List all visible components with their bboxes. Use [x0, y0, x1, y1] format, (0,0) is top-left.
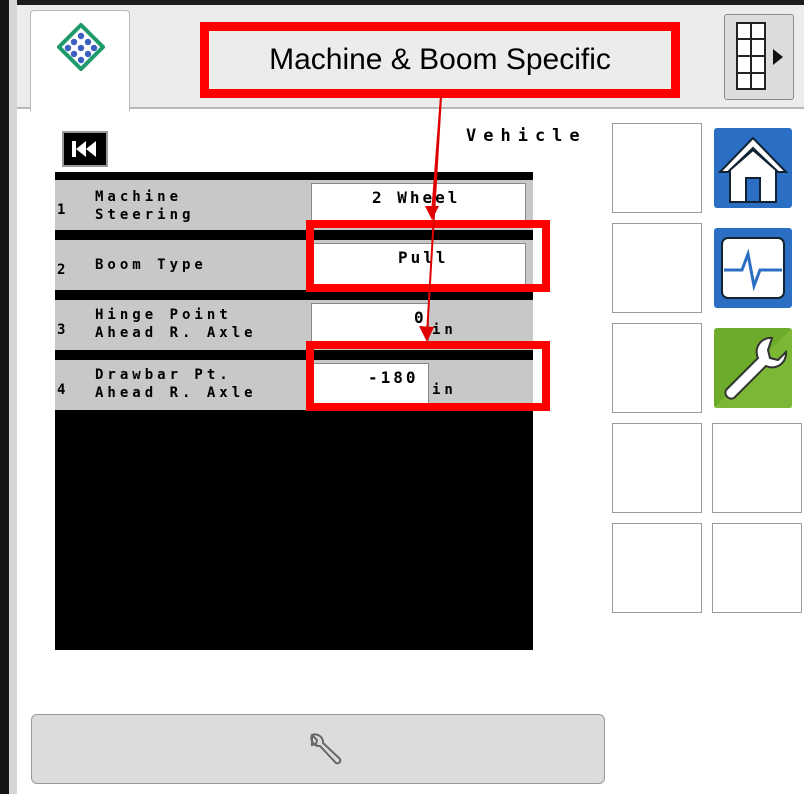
softkey-6[interactable]	[712, 423, 802, 513]
home-tab[interactable]	[30, 10, 130, 111]
row-number: 3	[57, 322, 66, 338]
tab-underline	[17, 107, 804, 109]
softkey-3[interactable]	[612, 323, 702, 413]
app-logo-icon	[57, 23, 105, 71]
home-button[interactable]	[714, 128, 792, 208]
softkey-4[interactable]	[612, 423, 702, 513]
rewind-button[interactable]	[62, 131, 108, 167]
home-icon	[717, 136, 789, 203]
softkey-2[interactable]	[612, 223, 702, 313]
row-number: 1	[57, 202, 66, 218]
grid-menu-button[interactable]	[724, 14, 794, 100]
row-number: 2	[57, 262, 66, 278]
grid-menu-icon	[736, 22, 783, 90]
row-number: 4	[57, 382, 66, 398]
field-value: 0	[414, 308, 427, 327]
row-label: Boom Type	[95, 257, 207, 273]
footer-tools-button[interactable]	[31, 714, 605, 784]
softkey-1[interactable]	[612, 123, 702, 213]
row-label: Machine Steering	[95, 189, 195, 223]
diagnostics-icon	[721, 237, 785, 299]
softkey-7[interactable]	[712, 523, 802, 613]
left-edge	[0, 0, 9, 794]
field-value: 2 Wheel	[372, 188, 461, 207]
boom-type-highlight	[306, 220, 550, 292]
rewind-icon	[72, 141, 96, 157]
wrench-icon	[310, 733, 342, 765]
section-label: Vehicle	[466, 126, 587, 146]
row-label: Drawbar Pt. Ahead R. Axle	[95, 367, 257, 401]
page-title: Machine & Boom Specific	[269, 43, 611, 76]
tools-button[interactable]	[714, 328, 792, 408]
row-label: Hinge Point Ahead R. Axle	[95, 307, 257, 341]
title-highlight-box: Machine & Boom Specific	[200, 22, 680, 98]
wrench-icon	[714, 328, 792, 408]
diagnostics-button[interactable]	[714, 228, 792, 308]
left-edge-inner	[9, 0, 17, 794]
softkey-5[interactable]	[612, 523, 702, 613]
drawbar-highlight	[306, 341, 550, 411]
unit-label: in	[432, 322, 457, 338]
